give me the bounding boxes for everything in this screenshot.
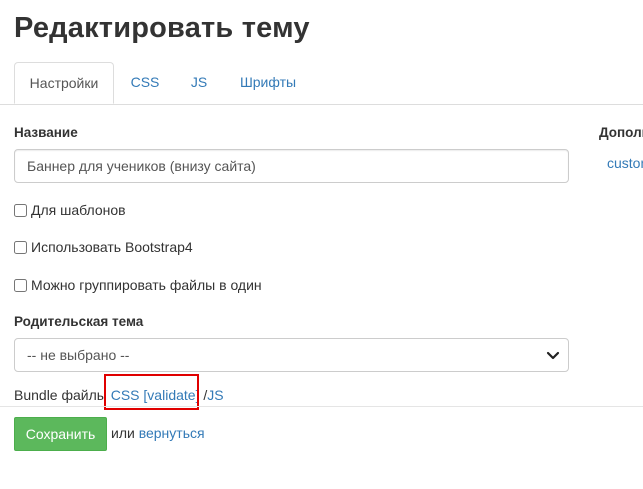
page-title: Редактировать тему: [14, 12, 310, 44]
tab-bar: Настройки CSS JS Шрифты: [0, 62, 643, 105]
parent-theme-label: Родительская тема: [14, 314, 144, 329]
back-link[interactable]: вернуться: [139, 425, 205, 441]
form-divider: [0, 406, 643, 407]
bundle-files-label: Bundle файлы: [14, 387, 107, 403]
name-label: Название: [14, 125, 78, 140]
tab-css[interactable]: CSS: [120, 62, 170, 103]
checkbox-for-templates-label: Для шаблонов: [31, 202, 126, 218]
back-row: или вернуться: [111, 425, 205, 441]
tab-fonts[interactable]: Шрифты: [230, 62, 306, 103]
sidebar-custom-link[interactable]: custom: [607, 155, 643, 171]
name-input[interactable]: [14, 149, 569, 183]
or-text: или: [111, 425, 135, 441]
checkbox-use-bootstrap4-label: Использовать Bootstrap4: [31, 239, 193, 255]
checkbox-group-files[interactable]: Можно группировать файлы в один: [14, 277, 262, 293]
highlight-annotation: [104, 374, 199, 410]
checkbox-use-bootstrap4[interactable]: Использовать Bootstrap4: [14, 239, 193, 255]
checkbox-for-templates[interactable]: Для шаблонов: [14, 202, 126, 218]
parent-theme-selected: -- не выбрано --: [27, 347, 130, 363]
checkbox-group-files-label: Можно группировать файлы в один: [31, 277, 262, 293]
chevron-down-icon: [546, 351, 560, 360]
checkbox-use-bootstrap4-box[interactable]: [14, 240, 27, 254]
tab-js[interactable]: JS: [180, 62, 218, 103]
checkbox-group-files-box[interactable]: [14, 278, 27, 292]
edit-theme-page: Редактировать тему Настройки CSS JS Шриф…: [0, 0, 643, 489]
checkbox-for-templates-box[interactable]: [14, 203, 27, 217]
sidebar-heading: Дополн: [599, 125, 643, 140]
save-button[interactable]: Сохранить: [14, 417, 107, 451]
tab-settings[interactable]: Настройки: [14, 62, 114, 104]
bundle-js-link[interactable]: JS: [207, 387, 223, 403]
parent-theme-select[interactable]: -- не выбрано --: [14, 338, 569, 372]
